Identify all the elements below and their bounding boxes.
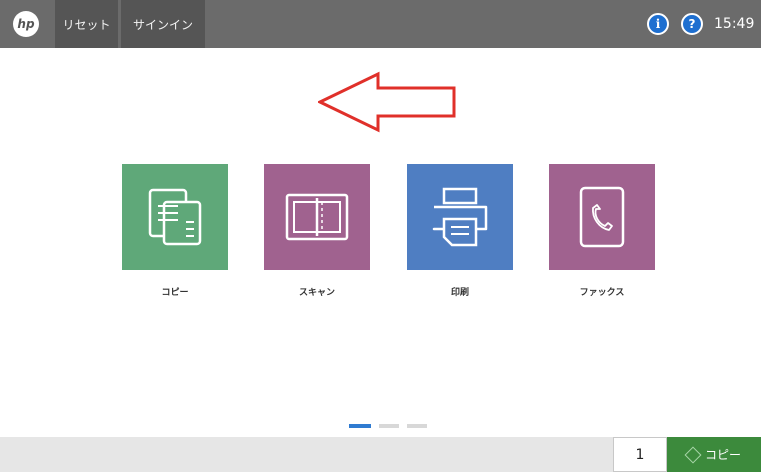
clock: 15:49 (714, 16, 755, 32)
fax-tile[interactable] (549, 164, 655, 270)
print-tile[interactable] (407, 164, 513, 270)
reset-button[interactable]: リセット (55, 0, 118, 48)
red-arrow-annotation (318, 71, 456, 133)
page-indicator-3[interactable] (407, 424, 427, 428)
info-icon[interactable]: i (647, 13, 669, 35)
print-icon (432, 187, 488, 247)
signin-button[interactable]: サインイン (121, 0, 205, 48)
fax-icon (579, 186, 625, 248)
page-indicator-2[interactable] (379, 424, 399, 428)
page-indicator-1[interactable] (349, 424, 371, 428)
copy-tile[interactable] (122, 164, 228, 270)
hp-logo-icon: hp (13, 11, 39, 37)
start-icon (684, 446, 702, 463)
copy-icon (148, 188, 202, 246)
help-icon[interactable]: ? (681, 13, 703, 35)
copy-tile-label: コピー (161, 288, 189, 298)
scan-tile[interactable] (264, 164, 370, 270)
hp-logo[interactable]: hp (0, 0, 52, 48)
start-copy-button[interactable]: コピー (667, 437, 761, 472)
print-tile-label: 印刷 (450, 288, 469, 298)
top-bar: hp リセット サインイン i ? 15:49 (0, 0, 761, 48)
scan-tile-label: スキャン (298, 288, 335, 298)
quantity-field[interactable]: 1 (613, 437, 667, 472)
start-copy-label: コピー (704, 448, 741, 462)
scan-icon (285, 193, 349, 241)
fax-tile-label: ファックス (579, 288, 625, 298)
